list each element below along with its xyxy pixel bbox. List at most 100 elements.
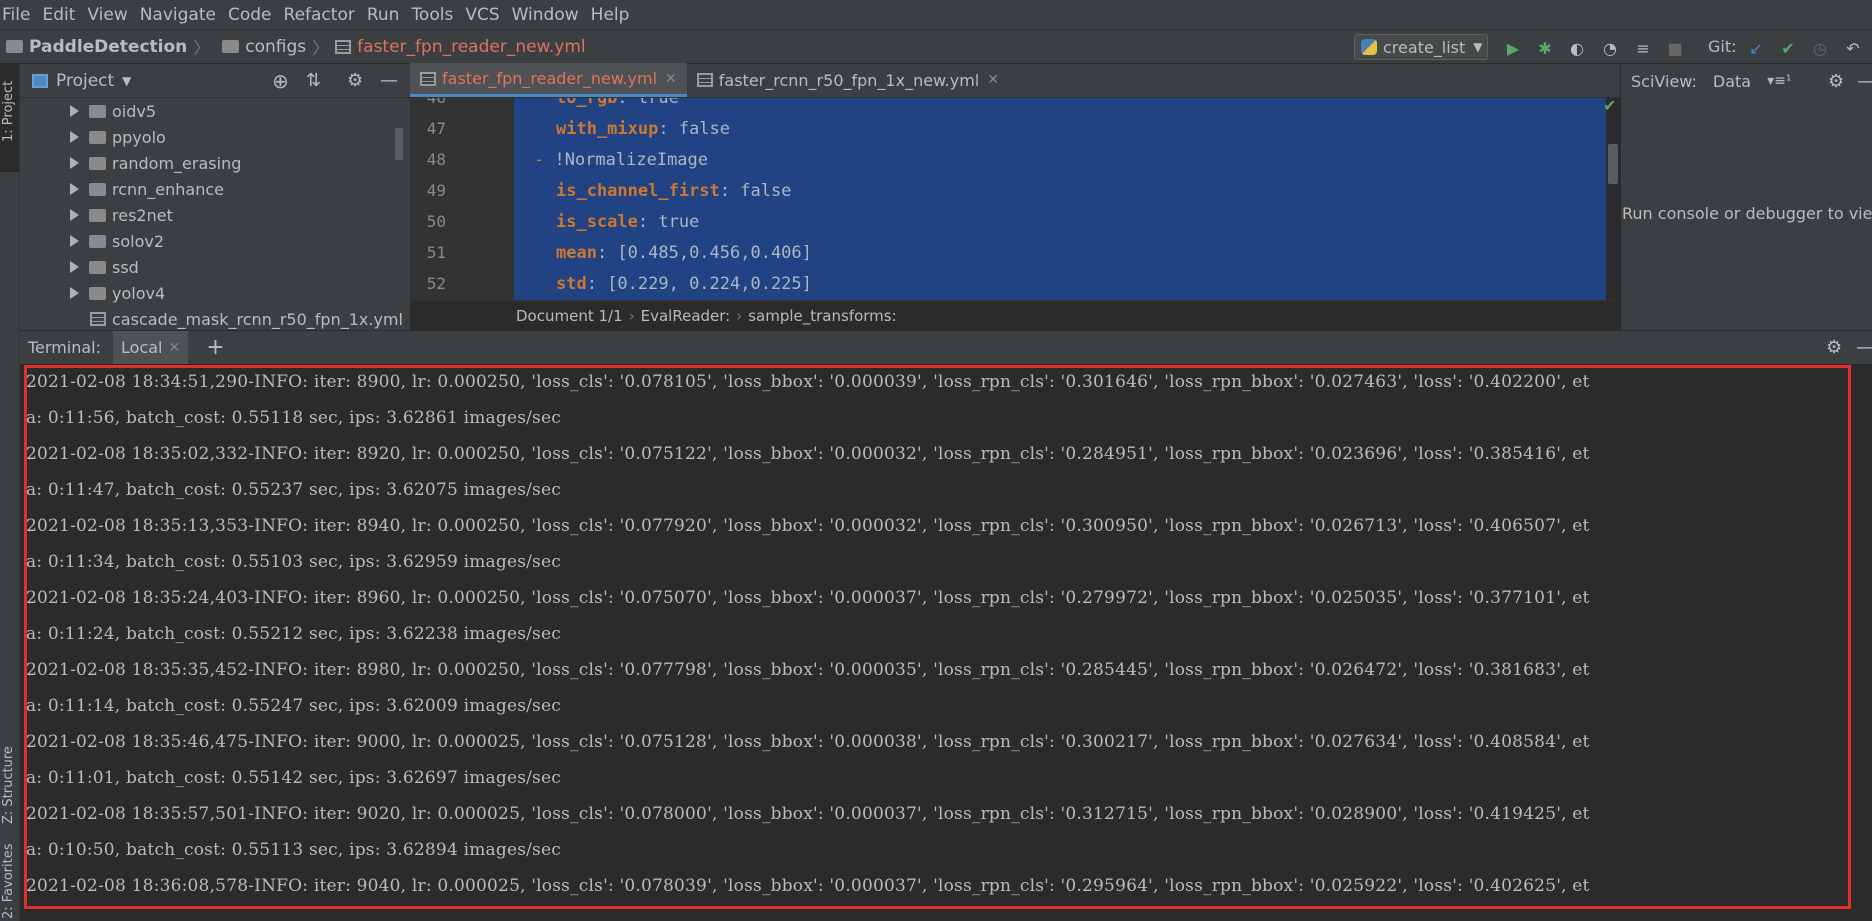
code-line: 46 to_rgb: true	[410, 98, 1620, 113]
terminal-line: 2021-02-08 18:35:02,332-INFO: iter: 8920…	[26, 444, 1590, 464]
terminal-line: a: 0:11:34, batch_cost: 0.55103 sec, ips…	[26, 552, 561, 572]
profile-icon[interactable]: ◔	[1600, 38, 1620, 58]
terminal-line: 2021-02-08 18:35:24,403-INFO: iter: 8960…	[26, 588, 1590, 608]
git-history-icon[interactable]: ◷	[1810, 38, 1830, 58]
coverage-icon[interactable]: ◐	[1567, 38, 1587, 58]
menu-run[interactable]: Run	[365, 5, 408, 25]
menu-file[interactable]: File	[0, 5, 38, 25]
tree-file-cascade-mask[interactable]: cascade_mask_rcnn_r50_fpn_1x.yml	[90, 306, 403, 330]
terminal-title: Terminal:	[28, 338, 102, 357]
gear-icon[interactable]: ⚙	[1828, 71, 1844, 92]
list-icon[interactable]: ▾≡¹	[1767, 73, 1791, 89]
editor-tab-faster-fpn-reader[interactable]: faster_fpn_reader_new.yml ✕	[410, 63, 687, 97]
breadcrumb-sample-transforms[interactable]: sample_transforms:	[748, 307, 896, 325]
breadcrumb-project[interactable]: PaddleDetection	[0, 37, 187, 57]
run-configuration-select[interactable]: create_list ▼	[1354, 34, 1488, 60]
project-view-icon	[32, 73, 48, 88]
close-icon[interactable]: ✕	[168, 340, 180, 356]
collapse-all-icon[interactable]: ⇅	[306, 70, 321, 91]
editor-scrollbar[interactable]	[1608, 144, 1618, 184]
run-icon[interactable]: ▶	[1503, 38, 1523, 58]
folder-icon	[222, 40, 240, 53]
structure-tool-tab[interactable]: Z: Structure	[0, 714, 19, 834]
expand-arrow-icon[interactable]	[70, 235, 79, 247]
close-icon[interactable]: ✕	[665, 71, 677, 87]
editor-tab-faster-rcnn[interactable]: faster_rcnn_r50_fpn_1x_new.yml ✕	[687, 63, 1009, 97]
code-line: 47 with_mixup: false	[426, 118, 731, 139]
expand-arrow-icon[interactable]	[70, 183, 79, 195]
project-panel-title[interactable]: Project	[56, 71, 114, 91]
stop-icon[interactable]: ■	[1665, 38, 1685, 58]
terminal-line: 2021-02-08 18:35:13,353-INFO: iter: 8940…	[26, 516, 1590, 536]
menu-refactor[interactable]: Refactor	[282, 5, 363, 25]
gear-icon[interactable]: ⚙	[1826, 337, 1842, 358]
git-commit-icon[interactable]: ✔	[1778, 38, 1798, 58]
tree-folder-random-erasing[interactable]: random_erasing	[20, 150, 241, 176]
sciview-data-tab[interactable]: Data	[1713, 72, 1751, 91]
folder-icon	[89, 130, 106, 144]
code-line: 52 std: [0.229, 0.224,0.225]	[426, 273, 812, 294]
terminal-line: 2021-02-08 18:34:51,290-INFO: iter: 8900…	[26, 372, 1590, 392]
menu-help[interactable]: Help	[589, 5, 638, 25]
add-terminal-icon[interactable]: +	[206, 335, 224, 360]
expand-arrow-icon[interactable]	[70, 105, 79, 117]
expand-arrow-icon[interactable]	[70, 209, 79, 221]
breadcrumb-separator: 〉	[312, 39, 330, 59]
debug-icon[interactable]: ✱	[1535, 38, 1555, 58]
menu-view[interactable]: View	[85, 5, 135, 25]
expand-arrow-icon[interactable]	[70, 131, 79, 143]
git-update-icon[interactable]: ↙	[1746, 38, 1766, 58]
tree-folder-oidv5[interactable]: oidv5	[20, 98, 156, 124]
terminal-line: a: 0:11:47, batch_cost: 0.55237 sec, ips…	[26, 480, 561, 500]
favorites-tool-tab[interactable]: 2: Favorites	[0, 834, 19, 921]
sciview-header: SciView: Data ▾≡¹ ⚙ —	[1620, 64, 1872, 98]
locate-icon[interactable]: ⊕	[272, 69, 289, 93]
folder-icon	[6, 40, 23, 53]
code-line: 48 - !NormalizeImage	[426, 149, 709, 170]
menu-code[interactable]: Code	[226, 5, 280, 25]
terminal-line: 2021-02-08 18:36:08,578-INFO: iter: 9040…	[26, 876, 1590, 896]
terminal-line: a: 0:11:14, batch_cost: 0.55247 sec, ips…	[26, 696, 561, 716]
terminal-line: 2021-02-08 18:35:57,501-INFO: iter: 9020…	[26, 804, 1590, 824]
project-tree-scrollbar[interactable]	[395, 128, 403, 160]
code-editor[interactable]: 46 to_rgb: true 47 with_mixup: false 48 …	[410, 98, 1620, 300]
chevron-down-icon[interactable]: ▼	[122, 74, 131, 88]
terminal-tab-local[interactable]: Local ✕	[113, 330, 189, 365]
breadcrumb-folder[interactable]: configs	[216, 37, 306, 57]
terminal-line: a: 0:11:24, batch_cost: 0.55212 sec, ips…	[26, 624, 561, 644]
sciview-panel: Run console or debugger to view a	[1620, 98, 1872, 330]
menu-edit[interactable]: Edit	[40, 5, 83, 25]
expand-arrow-icon[interactable]	[70, 261, 79, 273]
inspection-ok-icon[interactable]: ✔	[1603, 98, 1616, 115]
menu-bar: File Edit View Navigate Code Refactor Ru…	[0, 0, 1872, 30]
breadcrumb-document[interactable]: Document 1/1	[516, 307, 623, 325]
gear-icon[interactable]: ⚙	[347, 70, 363, 91]
tree-folder-rcnn-enhance[interactable]: rcnn_enhance	[20, 176, 224, 202]
tree-folder-ppyolo[interactable]: ppyolo	[20, 124, 166, 150]
breadcrumb-file[interactable]: faster_fpn_reader_new.yml	[335, 37, 586, 57]
chevron-down-icon: ▼	[1473, 40, 1483, 54]
hide-icon[interactable]: —	[1856, 337, 1872, 358]
menu-window[interactable]: Window	[510, 5, 587, 25]
breadcrumb-evalreader[interactable]: EvalReader:	[641, 307, 731, 325]
menu-vcs[interactable]: VCS	[463, 5, 507, 25]
tree-folder-ssd[interactable]: ssd	[20, 254, 139, 280]
expand-arrow-icon[interactable]	[70, 157, 79, 169]
editor-breadcrumb: Document 1/1 › EvalReader: › sample_tran…	[410, 300, 1620, 330]
expand-arrow-icon[interactable]	[70, 287, 79, 299]
concurrency-icon[interactable]: ≡	[1633, 38, 1653, 58]
close-icon[interactable]: ✕	[987, 72, 999, 88]
tree-folder-res2net[interactable]: res2net	[20, 202, 173, 228]
left-tool-strip: 1: Project Z: Structure 2: Favorites	[0, 64, 20, 921]
project-tool-tab[interactable]: 1: Project	[0, 64, 19, 172]
tree-folder-solov2[interactable]: solov2	[20, 228, 164, 254]
hide-icon[interactable]: —	[1857, 71, 1872, 92]
tree-folder-yolov4[interactable]: yolov4	[20, 280, 165, 306]
git-rollback-icon[interactable]: ↶	[1843, 38, 1863, 58]
terminal-output[interactable]: 2021-02-08 18:34:51,290-INFO: iter: 8900…	[20, 364, 1872, 921]
hide-icon[interactable]: —	[380, 70, 398, 91]
terminal-header: Terminal: Local ✕ + ⚙ —	[20, 330, 1872, 365]
menu-tools[interactable]: Tools	[409, 5, 461, 25]
terminal-line: 2021-02-08 18:35:35,452-INFO: iter: 8980…	[26, 660, 1590, 680]
menu-navigate[interactable]: Navigate	[138, 5, 224, 25]
